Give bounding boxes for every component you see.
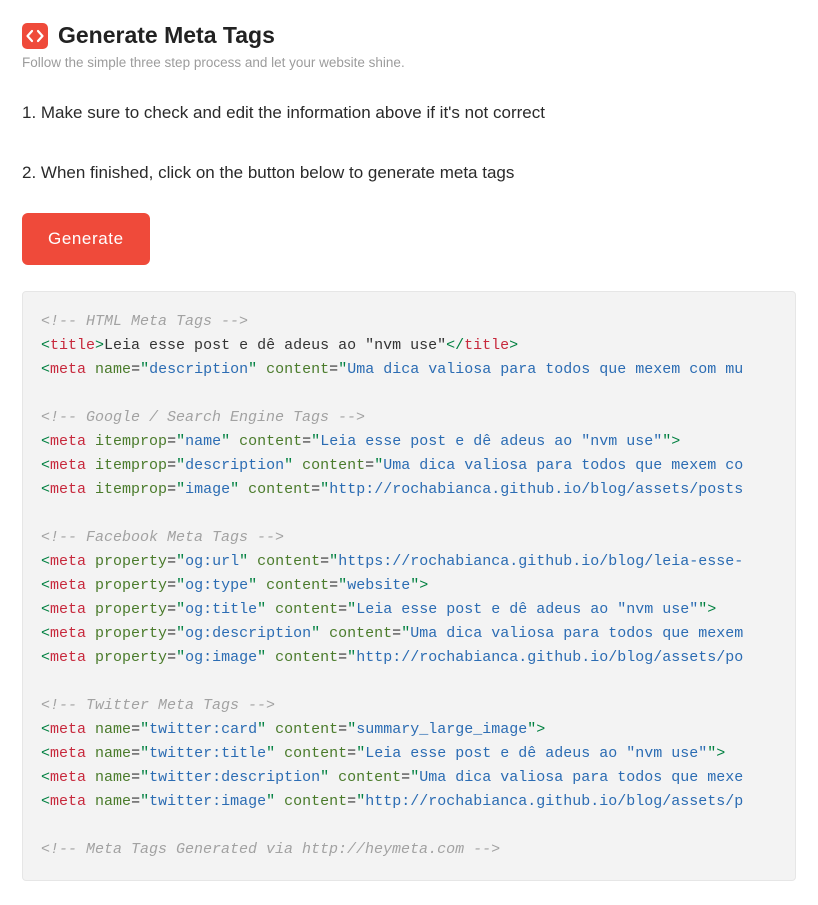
code-icon <box>22 23 48 49</box>
comment-google: <!-- Google / Search Engine Tags --> <box>41 409 365 426</box>
step-two: 2. When finished, click on the button be… <box>22 160 796 186</box>
comment-fb: <!-- Facebook Meta Tags --> <box>41 529 284 546</box>
page-header: Generate Meta Tags <box>22 22 796 49</box>
step-one: 1. Make sure to check and edit the infor… <box>22 100 796 126</box>
comment-tw: <!-- Twitter Meta Tags --> <box>41 697 275 714</box>
comment-html: <!-- HTML Meta Tags --> <box>41 313 248 330</box>
tag-title-open: title <box>50 337 95 354</box>
generate-button[interactable]: Generate <box>22 213 150 265</box>
generated-code-block[interactable]: <!-- HTML Meta Tags --> <title>Leia esse… <box>22 291 796 881</box>
title-text: Leia esse post e dê adeus ao "nvm use" <box>104 337 446 354</box>
tag-title-close: title <box>464 337 509 354</box>
page-subtitle: Follow the simple three step process and… <box>22 55 796 70</box>
page-title: Generate Meta Tags <box>58 22 275 49</box>
comment-generated: <!-- Meta Tags Generated via http://heym… <box>41 841 500 858</box>
